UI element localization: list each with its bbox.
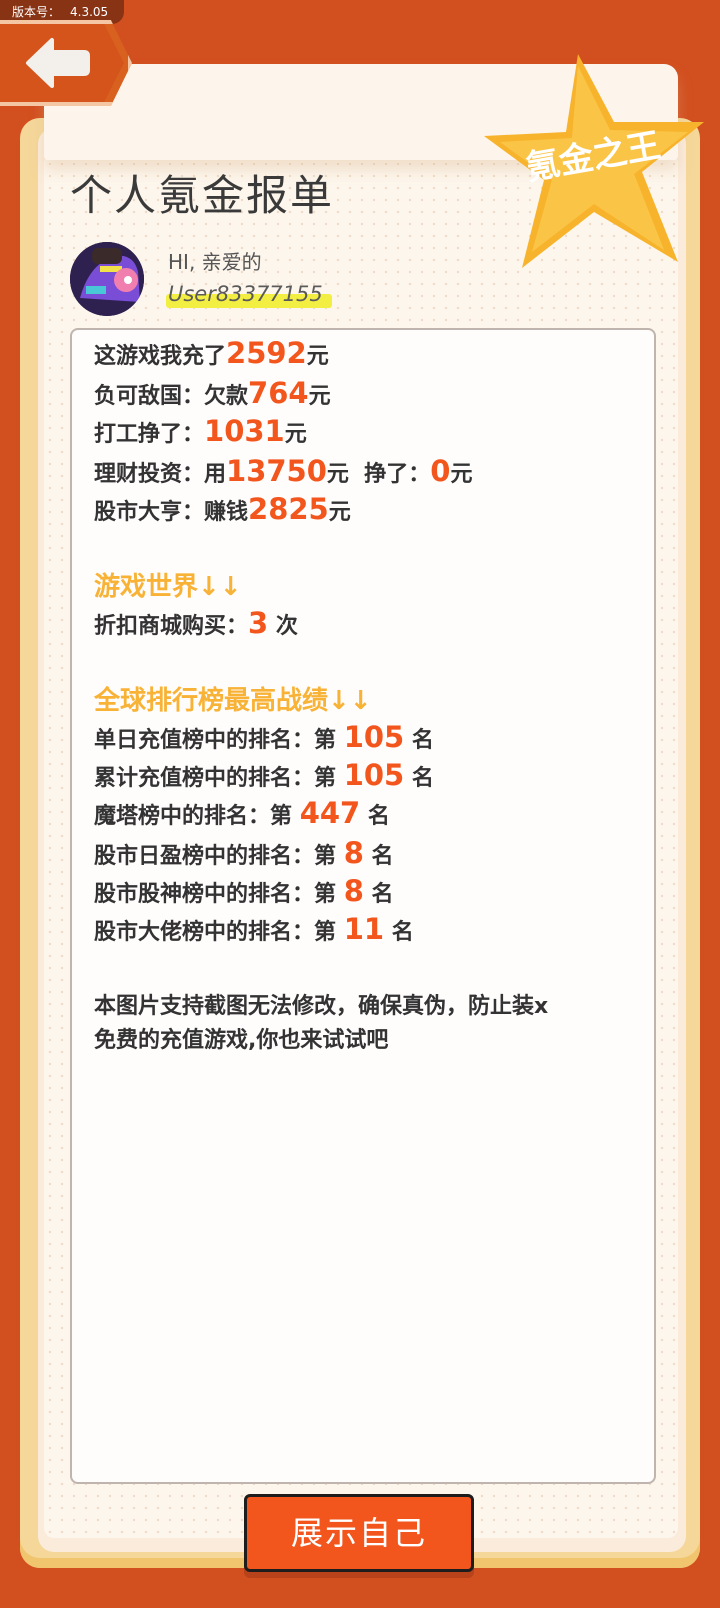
- rank-unit: 名: [367, 804, 390, 829]
- note-line-2: 免费的充值游戏,你也来试试吧: [94, 1028, 389, 1053]
- rank-label: 股市日盈榜中的排名：第: [94, 844, 337, 869]
- stat-label: 负可敌国：欠款: [94, 384, 249, 409]
- disclaimer-note: 本图片支持截图无法修改，确保真伪，防止装x 免费的充值游戏,你也来试试吧: [94, 990, 654, 1058]
- version-prefix: 版本号：: [12, 5, 61, 19]
- stat-label: 打工挣了：: [94, 422, 205, 447]
- stat-unit: 元: [306, 344, 329, 369]
- page-title: 个人氪金报单: [70, 171, 335, 220]
- avatar-image: [70, 242, 144, 316]
- stat-unit: 元: [308, 384, 331, 409]
- stat-debt: 负可敌国：欠款764元: [94, 376, 331, 410]
- stat-invest: 理财投资：用13750元 挣了：0元: [94, 454, 472, 488]
- username-block: User83377155: [166, 282, 332, 308]
- stat-shop: 折扣商城购买：3 次: [94, 606, 298, 640]
- stat-value: 13750: [226, 454, 327, 488]
- rank-unit: 名: [391, 920, 414, 945]
- rank-value: 105: [343, 720, 405, 754]
- stat-label: 这游戏我充了: [94, 344, 227, 369]
- rank-unit: 名: [411, 766, 434, 791]
- rank-value: 8: [343, 874, 364, 908]
- stat-value-2: 0: [430, 454, 451, 488]
- kejin-king-star-badge: 氪金之王: [484, 54, 704, 268]
- stat-value: 2592: [226, 336, 307, 370]
- rank-value: 11: [343, 912, 385, 946]
- greeting: HI, 亲爱的: [168, 250, 262, 274]
- note-line-1: 本图片支持截图无法修改，确保真伪，防止装x: [94, 994, 549, 1019]
- stat-unit: 元: [326, 462, 349, 487]
- version-number: 4.3.05: [70, 5, 109, 19]
- back-arrow-icon[interactable]: [22, 34, 92, 92]
- stat-work: 打工挣了：1031元: [94, 414, 307, 448]
- stat-label: 股市大亨：赚钱: [94, 500, 249, 525]
- stat-label-2: 挣了：: [364, 462, 431, 487]
- rank-value: 447: [299, 796, 361, 830]
- stat-value: 1031: [204, 414, 285, 448]
- rank-stock-daily: 股市日盈榜中的排名：第 8 名: [94, 836, 394, 870]
- stat-label: 折扣商城购买：: [94, 614, 249, 639]
- rank-total-recharge: 累计充值榜中的排名：第 105 名: [94, 758, 434, 792]
- rank-value: 105: [343, 758, 405, 792]
- rank-label: 魔塔榜中的排名：第: [94, 804, 293, 829]
- stat-stock: 股市大亨：赚钱2825元: [94, 492, 351, 526]
- game-world-heading: 游戏世界↓↓: [94, 572, 242, 602]
- rank-value: 8: [343, 836, 364, 870]
- stat-unit-2: 元: [450, 462, 473, 487]
- stat-unit: 次: [275, 614, 298, 639]
- stat-value: 764: [248, 376, 309, 410]
- rank-label: 股市股神榜中的排名：第: [94, 882, 337, 907]
- rank-label: 单日充值榜中的排名：第: [94, 728, 337, 753]
- rankings-heading: 全球排行榜最高战绩↓↓: [94, 686, 372, 716]
- rank-stock-boss: 股市大佬榜中的排名：第 11 名: [94, 912, 414, 946]
- stat-recharge: 这游戏我充了2592元: [94, 336, 329, 370]
- rank-unit: 名: [371, 882, 394, 907]
- show-myself-button[interactable]: 展示自己: [244, 1494, 474, 1572]
- avatar: [70, 242, 144, 316]
- rank-magic-tower: 魔塔榜中的排名：第 447 名: [94, 796, 390, 830]
- rank-unit: 名: [411, 728, 434, 753]
- rank-label: 股市大佬榜中的排名：第: [94, 920, 337, 945]
- rank-daily-recharge: 单日充值榜中的排名：第 105 名: [94, 720, 434, 754]
- rank-stock-god: 股市股神榜中的排名：第 8 名: [94, 874, 394, 908]
- stat-unit: 元: [284, 422, 307, 447]
- stat-unit: 元: [328, 500, 351, 525]
- rank-label: 累计充值榜中的排名：第: [94, 766, 337, 791]
- stat-value: 3: [248, 606, 269, 640]
- username: User83377155: [168, 282, 323, 306]
- stat-label: 理财投资：用: [94, 462, 227, 487]
- rank-unit: 名: [371, 844, 394, 869]
- stat-value: 2825: [248, 492, 329, 526]
